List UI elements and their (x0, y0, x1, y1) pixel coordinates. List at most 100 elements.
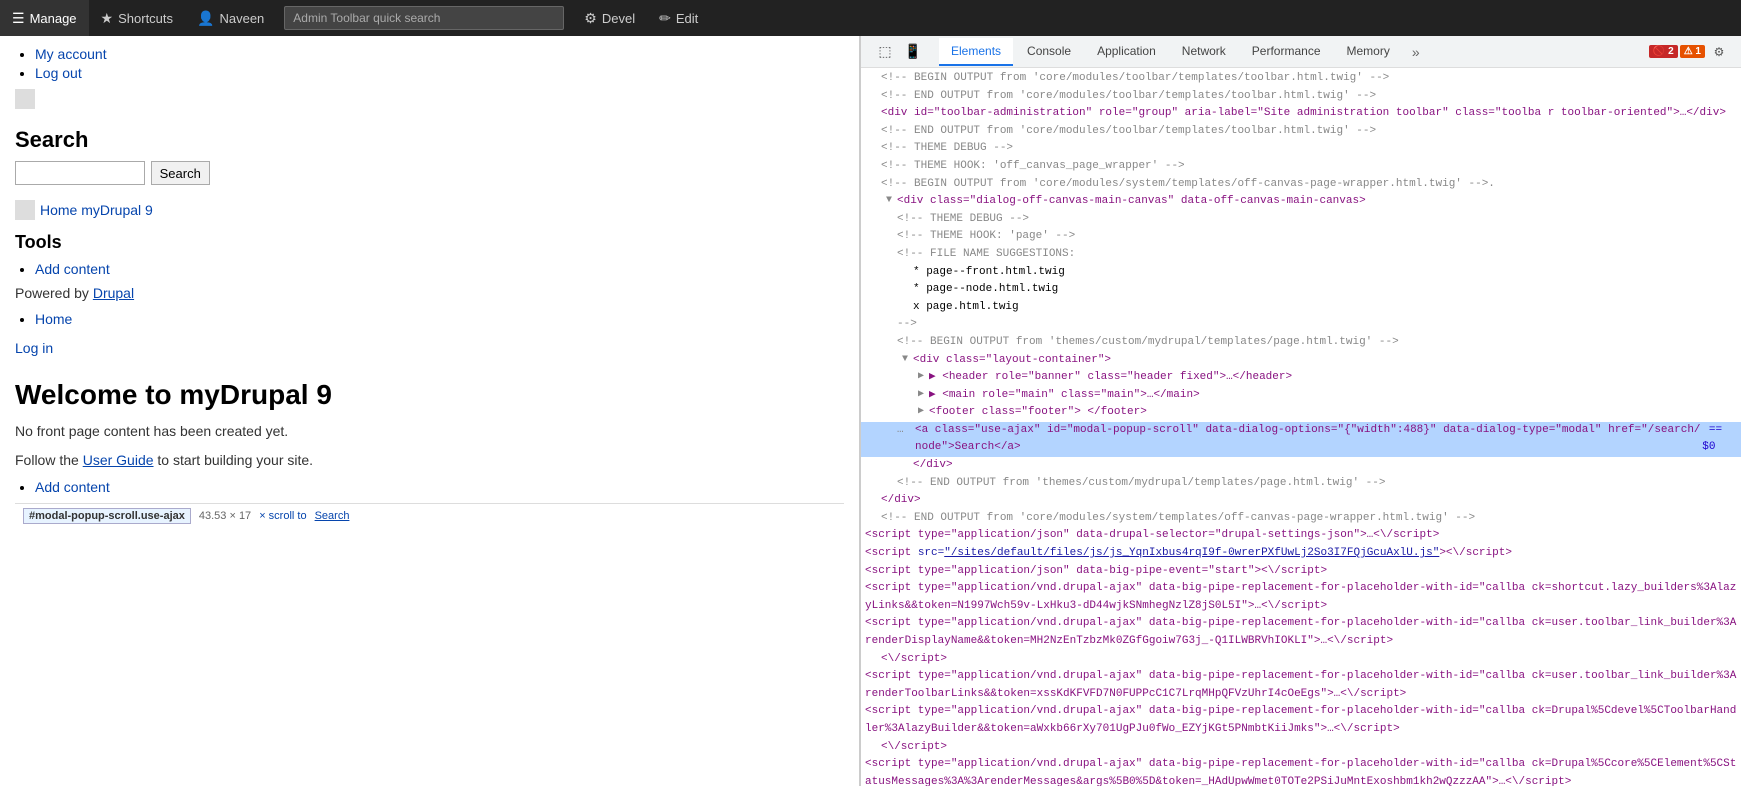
search-input[interactable] (15, 161, 145, 185)
devtools-line[interactable]: <script src="/sites/default/files/js/js_… (861, 545, 1741, 563)
devtools-line[interactable]: x page.html.twig (861, 299, 1741, 317)
log-in-link[interactable]: Log in (15, 340, 53, 356)
devtools-line[interactable]: ▼<div class="layout-container"> (861, 352, 1741, 370)
expand-icon[interactable]: ▶ (913, 369, 929, 385)
add-content-nav: Add content (15, 479, 844, 495)
edit-button[interactable]: ✏ Edit (647, 0, 710, 36)
devtools-line[interactable]: ▼<div class="dialog-off-canvas-main-canv… (861, 193, 1741, 211)
dots-button[interactable]: … (897, 422, 915, 440)
devtools-line[interactable]: ▶▶ <main role="main" class="main">…</mai… (861, 387, 1741, 405)
search-heading: Search (15, 127, 844, 153)
settings-icon[interactable]: ⚙ (1707, 40, 1731, 64)
devtools-line[interactable]: <script type="application/vnd.drupal-aja… (861, 703, 1741, 738)
home-link[interactable]: Home (35, 311, 72, 327)
site-logo[interactable]: Home myDrupal 9 (15, 200, 844, 220)
error-badge: 🚫 2 (1649, 45, 1678, 58)
devtools-line[interactable]: </div> (861, 457, 1741, 475)
user-icon: 👤 (197, 10, 214, 27)
tab-elements[interactable]: Elements (939, 38, 1013, 66)
devtools-line[interactable]: <script type="application/json" data-dru… (861, 527, 1741, 545)
shortcuts-button[interactable]: ★ Shortcuts (89, 0, 185, 36)
devtools-line[interactable]: <!-- END OUTPUT from 'core/modules/syste… (861, 510, 1741, 528)
devtools-line[interactable]: ▶▶ <header role="banner" class="header f… (861, 369, 1741, 387)
warn-badge: ⚠ 1 (1680, 45, 1705, 58)
welcome-heading: Welcome to myDrupal 9 (15, 379, 844, 411)
tab-application[interactable]: Application (1085, 38, 1168, 66)
expand-icon[interactable]: ▶ (913, 387, 929, 403)
welcome-text-1: No front page content has been created y… (15, 421, 844, 442)
home-logo-link[interactable]: Home myDrupal 9 (40, 202, 153, 218)
devtools-line[interactable]: ▶<footer class="footer"> </footer> (861, 404, 1741, 422)
more-tabs-button[interactable]: » (1404, 44, 1428, 60)
powered-by-text: Powered by Drupal (15, 285, 844, 301)
devtools-right-icons: 🚫 2 ⚠ 1 ⚙ (1649, 40, 1737, 64)
welcome-text-2: Follow the User Guide to start building … (15, 450, 844, 471)
user-guide-link[interactable]: User Guide (83, 452, 154, 468)
devtools-line[interactable]: <!-- END OUTPUT from 'core/modules/toolb… (861, 88, 1741, 106)
devtools-content[interactable]: <!-- BEGIN OUTPUT from 'core/modules/too… (861, 68, 1741, 786)
devel-button[interactable]: ⚙ Devel (572, 0, 647, 36)
devtools-line[interactable]: <!-- THEME DEBUG --> (861, 140, 1741, 158)
inspect-icon[interactable]: ⬚ (873, 40, 897, 64)
tab-memory[interactable]: Memory (1335, 38, 1402, 66)
devtools-line[interactable]: <\/script> (861, 739, 1741, 757)
tooltip-badge: #modal-popup-scroll.use-ajax (23, 508, 191, 524)
tools-nav: Add content (15, 261, 844, 277)
expand-icon[interactable]: ▼ (897, 352, 913, 368)
devtools-line[interactable]: <script type="application/vnd.drupal-aja… (861, 615, 1741, 650)
home-icon (15, 200, 35, 220)
device-icon[interactable]: 📱 (901, 40, 925, 64)
devtools-line[interactable]: <script type="application/vnd.drupal-aja… (861, 580, 1741, 615)
tooltip-search-link[interactable]: Search (315, 510, 350, 522)
devtools-line[interactable]: <!-- THEME HOOK: 'off_canvas_page_wrappe… (861, 158, 1741, 176)
devtools-line[interactable]: <!-- THEME HOOK: 'page' --> (861, 228, 1741, 246)
search-submit-button[interactable]: Search (151, 161, 210, 185)
toolbar-search-container (284, 6, 564, 30)
tooltip-scroll-text: × scroll to (259, 510, 306, 522)
expand-icon[interactable]: ▼ (881, 193, 897, 209)
user-button[interactable]: 👤 Naveen (185, 0, 276, 36)
devtools-line[interactable]: <\/script> (861, 651, 1741, 669)
devtools-line[interactable]: <!-- END OUTPUT from 'core/modules/toolb… (861, 123, 1741, 141)
page-content: My account Log out Search Search Home my… (0, 36, 860, 786)
pencil-icon: ✏ (659, 10, 671, 27)
tooltip-size: 43.53 × 17 (199, 510, 251, 522)
devtools-line[interactable]: --> (861, 316, 1741, 334)
devtools-panel: ⬚ 📱 Elements Console Application Network… (860, 36, 1741, 786)
tab-network[interactable]: Network (1170, 38, 1238, 66)
devtools-line[interactable]: <!-- BEGIN OUTPUT from 'core/modules/too… (861, 70, 1741, 88)
toolbar-search-input[interactable] (284, 6, 564, 30)
devtools-left-icons: ⬚ 📱 (865, 40, 933, 64)
script-src-link[interactable]: "/sites/default/files/js/js_YqnIxbus4rqI… (944, 547, 1439, 559)
devtools-line[interactable]: <script type="application/json" data-big… (861, 563, 1741, 581)
expand-icon[interactable]: ▶ (913, 404, 929, 420)
devtools-line[interactable]: </div> (861, 492, 1741, 510)
devtools-line[interactable]: <div id="toolbar-administration" role="g… (861, 105, 1741, 123)
add-content-link-2[interactable]: Add content (35, 479, 110, 495)
devtools-line[interactable]: <!-- BEGIN OUTPUT from 'themes/custom/my… (861, 334, 1741, 352)
devtools-line[interactable]: …<a class="use-ajax" id="modal-popup-scr… (861, 422, 1741, 457)
devtools-line[interactable]: * page--node.html.twig (861, 281, 1741, 299)
devtools-line[interactable]: <!-- THEME DEBUG --> (861, 211, 1741, 229)
tools-heading: Tools (15, 232, 844, 253)
tab-console[interactable]: Console (1015, 38, 1083, 66)
search-form: Search (15, 161, 844, 185)
devtools-line[interactable]: <!-- END OUTPUT from 'themes/custom/mydr… (861, 475, 1741, 493)
add-content-link[interactable]: Add content (35, 261, 110, 277)
main-area: My account Log out Search Search Home my… (0, 36, 1741, 786)
gear-icon: ⚙ (584, 10, 597, 27)
admin-toolbar: ☰ Manage ★ Shortcuts 👤 Naveen ⚙ Devel ✏ … (0, 0, 1741, 36)
devtools-line[interactable]: <script type="application/vnd.drupal-aja… (861, 756, 1741, 786)
devtools-line[interactable]: <!-- FILE NAME SUGGESTIONS: (861, 246, 1741, 264)
drupal-link[interactable]: Drupal (93, 285, 134, 301)
devtools-tabs: ⬚ 📱 Elements Console Application Network… (861, 36, 1741, 68)
devtools-line[interactable]: * page--front.html.twig (861, 264, 1741, 282)
log-out-link[interactable]: Log out (35, 65, 82, 81)
devtools-line[interactable]: <!-- BEGIN OUTPUT from 'core/modules/sys… (861, 176, 1741, 194)
my-account-link[interactable]: My account (35, 46, 107, 62)
manage-button[interactable]: ☰ Manage (0, 0, 89, 36)
devtools-line[interactable]: <script type="application/vnd.drupal-aja… (861, 668, 1741, 703)
account-nav: My account Log out (15, 46, 844, 81)
hamburger-icon: ☰ (12, 10, 25, 27)
tab-performance[interactable]: Performance (1240, 38, 1333, 66)
